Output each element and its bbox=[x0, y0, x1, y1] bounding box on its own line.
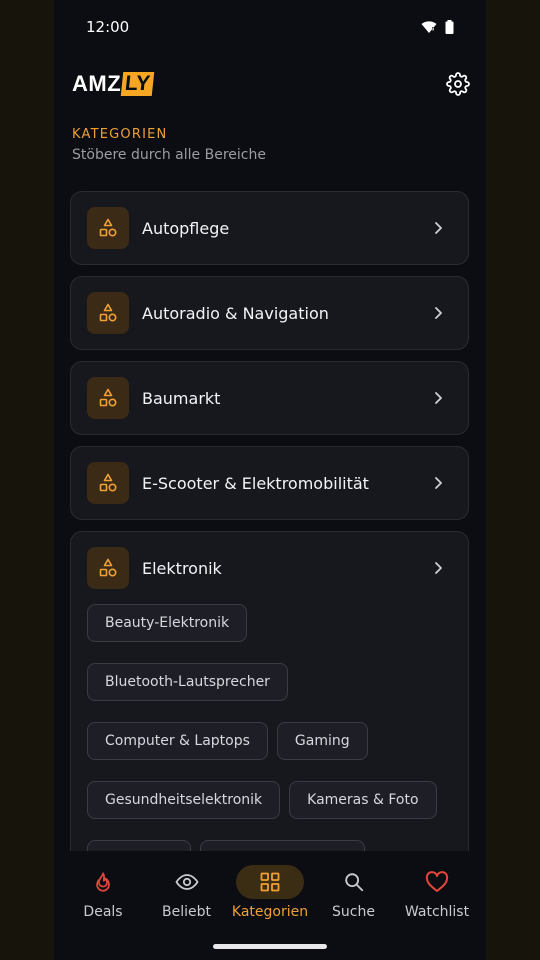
category-card-autoradio-navigation[interactable]: Autoradio & Navigation bbox=[70, 276, 469, 350]
nav-deals[interactable]: Deals bbox=[62, 851, 144, 920]
category-icon bbox=[87, 547, 129, 589]
category-label: E-Scooter & Elektromobilität bbox=[142, 473, 369, 493]
nav-label: Deals bbox=[83, 904, 123, 920]
subcategory-chip[interactable]: Computer & Laptops bbox=[87, 722, 268, 760]
subcategory-chip[interactable]: Beauty-Elektronik bbox=[87, 604, 248, 642]
home-indicator[interactable] bbox=[213, 944, 327, 949]
shapes-icon bbox=[99, 218, 117, 237]
status-bar: 12:00 bbox=[54, 0, 486, 54]
chevron-right-icon bbox=[435, 562, 442, 574]
nav-label: Beliebt bbox=[162, 904, 211, 920]
nav-watchlist[interactable]: Watchlist bbox=[396, 851, 478, 920]
category-list: Autopflege Autoradio & Navigation Baumar… bbox=[70, 191, 470, 960]
category-label: Elektronik bbox=[142, 558, 222, 578]
nav-beliebt[interactable]: Beliebt bbox=[146, 851, 228, 920]
category-card-baumarkt[interactable]: Baumarkt bbox=[70, 361, 469, 435]
subcategory-chip[interactable]: Kameras & Foto bbox=[289, 781, 437, 819]
eye-icon bbox=[175, 874, 198, 890]
nav-label: Suche bbox=[332, 904, 375, 920]
subcategory-chip[interactable]: Gaming bbox=[276, 722, 368, 760]
category-label: Baumarkt bbox=[142, 388, 221, 408]
status-icons bbox=[421, 20, 454, 34]
category-card-e-scooter[interactable]: E-Scooter & Elektromobilität bbox=[70, 446, 469, 520]
shapes-icon bbox=[99, 388, 117, 407]
section-title: KATEGORIEN bbox=[72, 127, 168, 142]
logo-text: AMZ bbox=[72, 71, 122, 96]
category-label: Autoradio & Navigation bbox=[142, 303, 329, 323]
category-icon bbox=[87, 292, 129, 334]
nav-kategorien[interactable]: Kategorien bbox=[229, 851, 311, 920]
chevron-right-icon bbox=[435, 307, 442, 319]
chevron-right-icon bbox=[435, 392, 442, 404]
section-subtitle: Stöbere durch alle Bereiche bbox=[72, 147, 266, 163]
status-time: 12:00 bbox=[86, 18, 130, 36]
subcategory-chip[interactable]: Bluetooth-Lautsprecher bbox=[87, 663, 288, 701]
app-screen: 12:00 AMZ LY KATEGORIEN Stöbere durch al… bbox=[54, 0, 486, 960]
search-icon bbox=[344, 873, 363, 892]
category-icon bbox=[87, 207, 129, 249]
shapes-icon bbox=[99, 303, 117, 322]
subcategory-chip[interactable]: Gesundheitselektronik bbox=[87, 781, 281, 819]
chevron-right-icon bbox=[435, 222, 442, 234]
shapes-icon bbox=[99, 473, 117, 492]
heart-icon bbox=[425, 871, 449, 892]
app-logo: AMZ LY bbox=[72, 71, 155, 97]
category-icon bbox=[87, 462, 129, 504]
flame-icon bbox=[96, 872, 110, 892]
nav-suche[interactable]: Suche bbox=[313, 851, 395, 920]
wifi-icon bbox=[421, 21, 437, 33]
nav-label: Kategorien bbox=[231, 904, 309, 920]
right-backdrop bbox=[486, 0, 540, 960]
app-header: AMZ LY bbox=[54, 60, 486, 108]
logo-badge: LY bbox=[120, 72, 155, 96]
category-icon bbox=[87, 377, 129, 419]
gear-icon[interactable] bbox=[446, 72, 470, 96]
grid-icon bbox=[260, 872, 280, 892]
category-card-autopflege[interactable]: Autopflege bbox=[70, 191, 469, 265]
battery-icon bbox=[445, 20, 454, 34]
nav-label: Watchlist bbox=[404, 904, 470, 920]
chevron-right-icon bbox=[435, 477, 442, 489]
category-label: Autopflege bbox=[142, 218, 230, 238]
shapes-icon bbox=[99, 558, 117, 577]
left-backdrop bbox=[0, 0, 54, 960]
